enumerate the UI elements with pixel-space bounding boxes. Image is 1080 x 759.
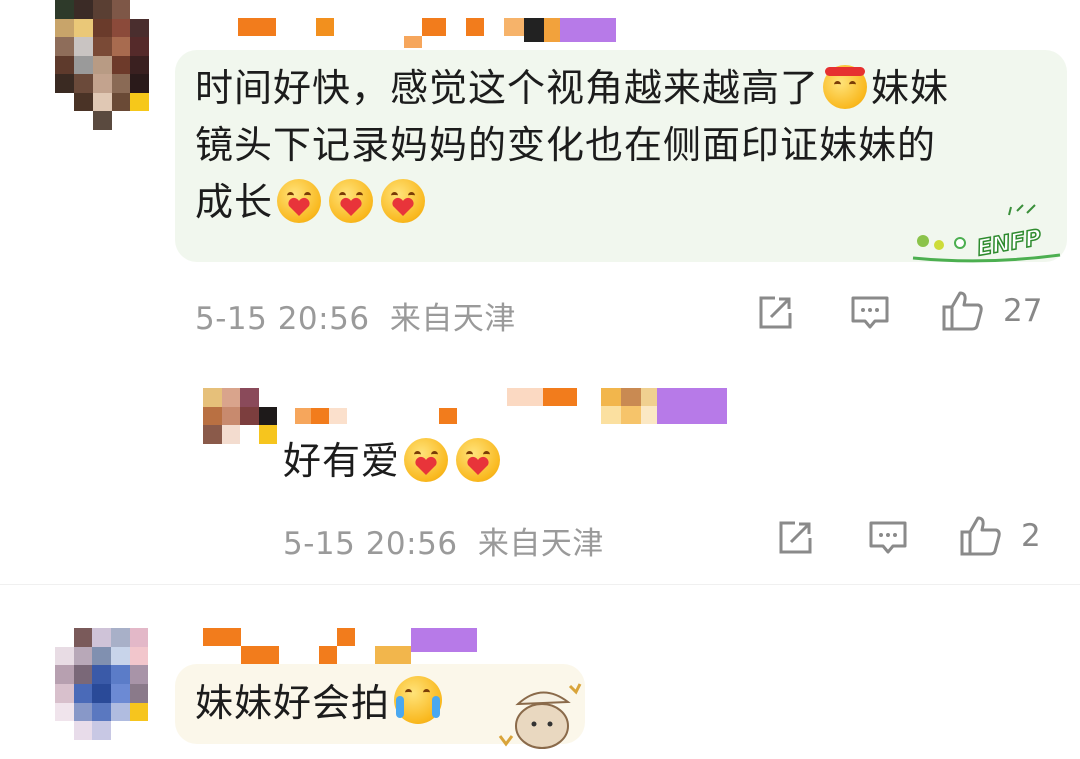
reply-meta: 5-15 20:56 来自天津: [283, 518, 604, 563]
hugging-heart-emoji: [329, 179, 374, 223]
username-blurred[interactable]: [238, 18, 616, 48]
comment-icon[interactable]: [867, 518, 909, 558]
avatar[interactable]: [55, 628, 167, 740]
enfp-badge-text: ENFP: [975, 226, 1043, 262]
reply-text[interactable]: 好有爱: [283, 433, 504, 490]
avatar[interactable]: [55, 0, 168, 130]
crying-face-emoji: [394, 676, 443, 724]
like-count: 2: [1021, 518, 1041, 554]
location: 来自天津: [477, 526, 604, 562]
thumbs-up-icon[interactable]: [940, 289, 986, 333]
username-blurred[interactable]: [203, 628, 477, 664]
hugging-heart-emoji: [381, 179, 426, 223]
avatar[interactable]: [203, 388, 277, 444]
headband-face-emoji: [823, 65, 868, 109]
timestamp: 5-15 20:56: [195, 301, 370, 337]
comment-icon[interactable]: [849, 293, 891, 333]
hugging-heart-emoji: [277, 179, 322, 223]
divider: [0, 584, 1080, 585]
like-count: 27: [1003, 293, 1043, 329]
enfp-bubble-decoration: ENFP: [912, 204, 1061, 263]
share-icon[interactable]: [755, 293, 795, 333]
comment-meta: 5-15 20:56 来自天津: [195, 293, 516, 338]
bear-bubble-decoration: [498, 683, 582, 749]
username-blurred[interactable]: [295, 388, 727, 424]
location: 来自天津: [389, 301, 516, 337]
hugging-heart-emoji: [456, 438, 501, 482]
hugging-heart-emoji: [404, 438, 449, 482]
share-icon[interactable]: [775, 518, 815, 558]
timestamp: 5-15 20:56: [283, 526, 458, 562]
comment-text[interactable]: 妹妹好会拍: [195, 675, 446, 732]
thumbs-up-icon[interactable]: [958, 514, 1004, 558]
